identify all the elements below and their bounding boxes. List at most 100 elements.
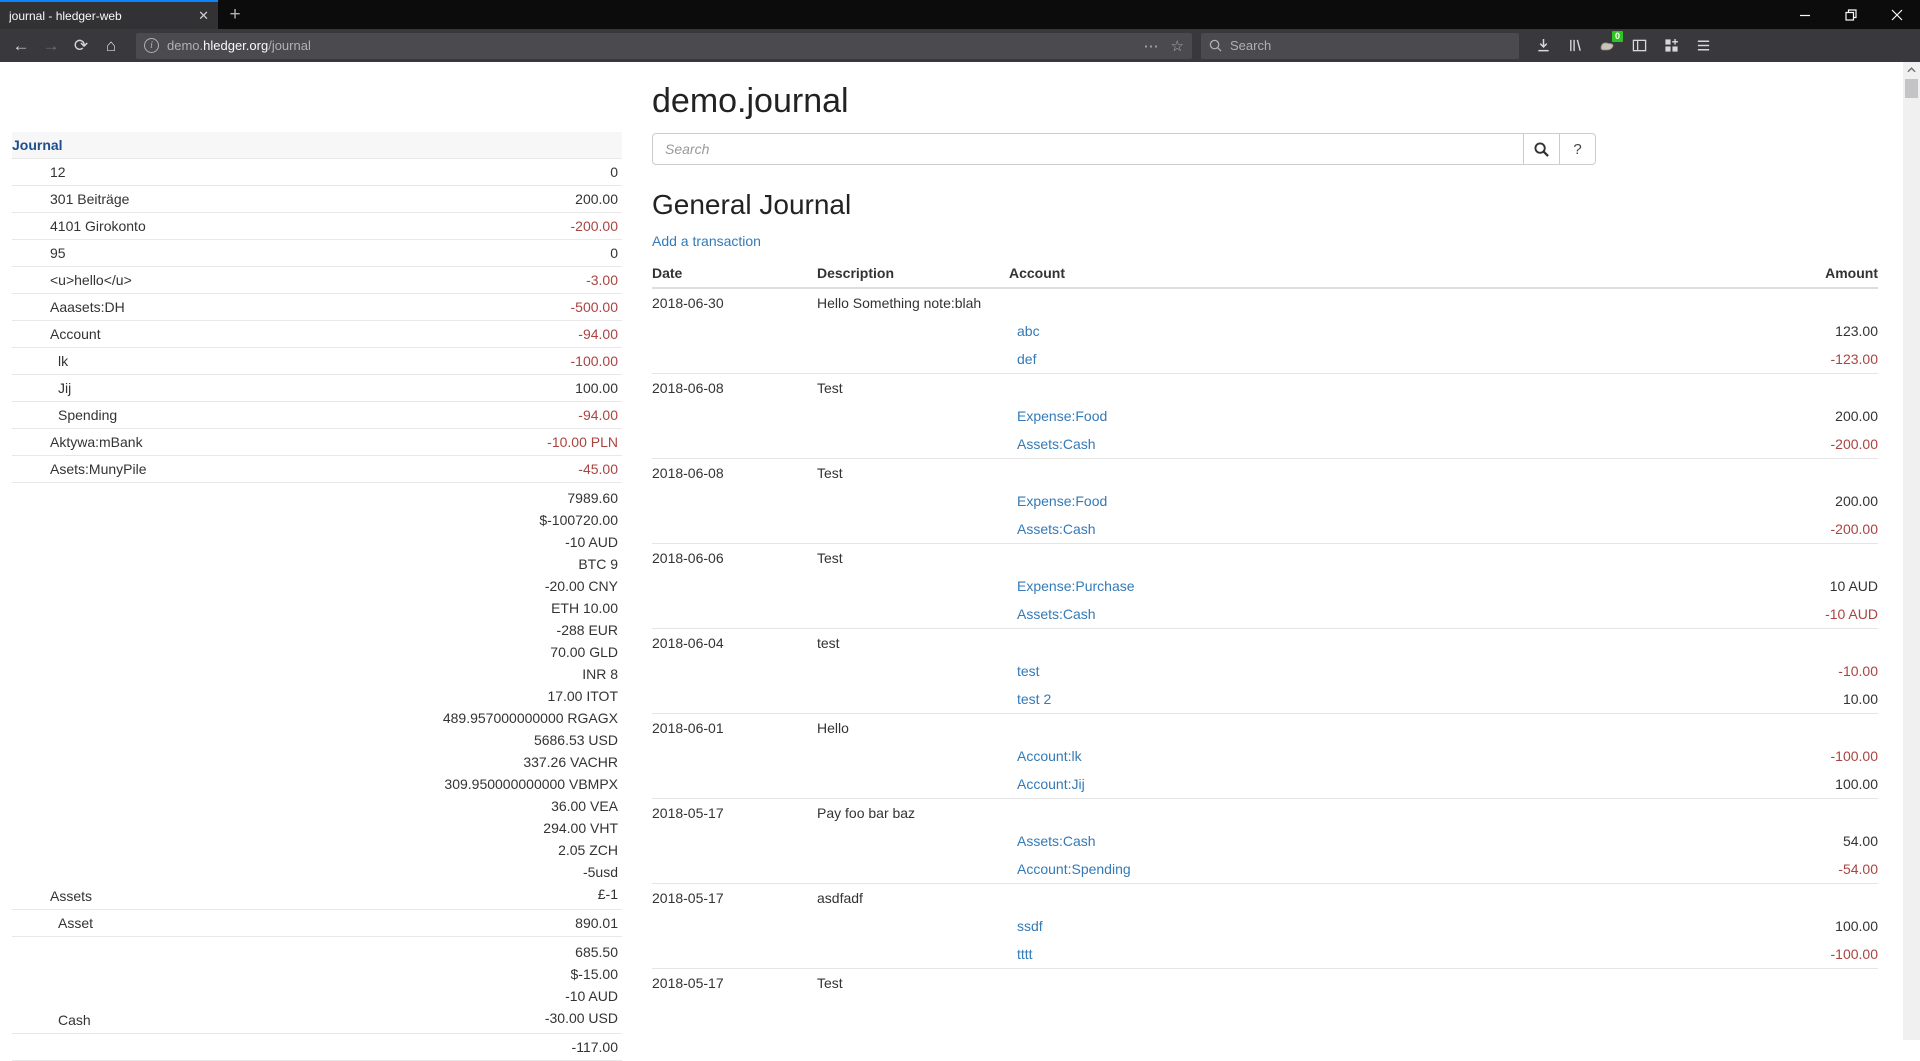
transaction-title-row[interactable]: 2018-06-08Test	[652, 374, 1878, 402]
home-button[interactable]: ⌂	[96, 32, 126, 60]
accounts-sidebar: Journal 120301 Beiträge200.004101 Giroko…	[12, 132, 622, 1061]
search-help-button[interactable]: ?	[1560, 133, 1596, 165]
account-link[interactable]: <u>hello</u>	[12, 271, 132, 289]
downloads-icon[interactable]	[1529, 32, 1557, 60]
posting-account-link[interactable]: ssdf	[1009, 918, 1043, 934]
transaction-description: Test	[817, 544, 997, 572]
window-minimize-button[interactable]	[1782, 0, 1828, 29]
window-restore-button[interactable]	[1828, 0, 1874, 29]
posting-account-link[interactable]: def	[1009, 351, 1036, 367]
posting-row: Account:lk-100.00	[652, 742, 1878, 770]
transaction-title-row[interactable]: 2018-06-08Test	[652, 459, 1878, 487]
page-scrollbar[interactable]	[1903, 62, 1920, 1040]
account-link[interactable]: lk	[12, 352, 68, 370]
posting-row: def -123.00	[652, 345, 1878, 373]
browser-tab[interactable]: journal - hledger-web ✕	[0, 0, 218, 29]
posting-account-link[interactable]: tttt	[1009, 946, 1033, 962]
transaction-description: Test	[817, 459, 997, 487]
library-icon[interactable]	[1561, 32, 1589, 60]
transaction-description: test	[817, 629, 997, 657]
posting-account-link[interactable]: Expense:Food	[1009, 408, 1107, 424]
search-submit-button[interactable]	[1524, 133, 1560, 165]
posting-amount: 100.00	[1748, 912, 1878, 940]
window-close-button[interactable]	[1874, 0, 1920, 29]
transaction-description: Test	[817, 374, 997, 402]
account-balance: 685.50$-15.00-10 AUD-30.00 USD	[545, 941, 618, 1029]
account-balance: 0	[610, 244, 618, 262]
posting-account-link[interactable]: Account:lk	[1009, 748, 1082, 764]
new-tab-button[interactable]: +	[218, 0, 252, 29]
sidebar-account-row: <u>hello</u> -3.00	[12, 267, 622, 294]
account-link[interactable]: Spending	[12, 406, 117, 424]
transaction-title-row[interactable]: 2018-06-06Test	[652, 544, 1878, 572]
transaction-title-row[interactable]: 2018-06-01Hello	[652, 714, 1878, 742]
sidebar-account-row: Account -94.00	[12, 321, 622, 348]
url-bar[interactable]: i demo.hledger.org/journal ⋯ ☆	[136, 33, 1192, 59]
sidebar-account-row: Aaasets:DH-500.00	[12, 294, 622, 321]
posting-account-link[interactable]: Expense:Food	[1009, 493, 1107, 509]
transaction-block: 2018-06-06TestExpense:Purchase10 AUDAsse…	[652, 544, 1878, 629]
account-link[interactable]: 301 Beiträge	[12, 190, 129, 208]
scrollbar-thumb[interactable]	[1905, 79, 1918, 98]
account-balance: -3.00	[586, 271, 618, 289]
header-account: Account	[997, 259, 1748, 287]
account-link[interactable]: Aaasets:DH	[12, 298, 125, 316]
add-transaction-link[interactable]: Add a transaction	[652, 233, 761, 249]
transaction-title-row[interactable]: 2018-05-17asdfadf	[652, 884, 1878, 912]
site-info-icon[interactable]: i	[144, 38, 159, 53]
posting-account-link[interactable]: Assets:Cash	[1009, 436, 1096, 452]
posting-amount: -10 AUD	[1748, 600, 1878, 628]
account-balance: 0	[610, 163, 618, 181]
account-link[interactable]: Account	[12, 325, 101, 343]
account-link[interactable]: Aktywa:mBank	[12, 433, 143, 451]
tab-title: journal - hledger-web	[9, 9, 192, 23]
transaction-title-row[interactable]: 2018-05-17Pay foo bar baz	[652, 799, 1878, 827]
transaction-title-row[interactable]: 2018-06-04test	[652, 629, 1878, 657]
posting-amount: -123.00	[1748, 345, 1878, 373]
posting-account-link[interactable]: Assets:Cash	[1009, 833, 1096, 849]
sidebar-account-row: -117.00	[12, 1034, 622, 1061]
account-link[interactable]: Assets	[12, 887, 92, 905]
journal-search-input[interactable]	[652, 133, 1524, 165]
account-link[interactable]: 95	[12, 244, 66, 262]
posting-account-link[interactable]: Assets:Cash	[1009, 521, 1096, 537]
posting-account-link[interactable]: Expense:Purchase	[1009, 578, 1135, 594]
account-balance: -94.00	[578, 325, 618, 343]
posting-account-link[interactable]: Assets:Cash	[1009, 606, 1096, 622]
section-title: General Journal	[652, 189, 1878, 221]
page-content: Journal 120301 Beiträge200.004101 Giroko…	[0, 62, 1920, 1040]
account-link[interactable]: Cash	[12, 1011, 91, 1029]
extensions-grid-icon[interactable]	[1657, 32, 1685, 60]
sidebar-journal-link[interactable]: Journal	[12, 132, 622, 159]
scrollbar-up-arrow[interactable]	[1903, 65, 1920, 73]
forward-button[interactable]: →	[36, 32, 66, 60]
account-link[interactable]: Asets:MunyPile	[12, 460, 146, 478]
menu-hamburger-icon[interactable]	[1689, 32, 1717, 60]
adblock-extension-icon[interactable]: 0	[1593, 32, 1621, 60]
account-link[interactable]: Asset	[12, 914, 93, 932]
account-link[interactable]: 4101 Girokonto	[12, 217, 146, 235]
transaction-block: 2018-06-08TestExpense:Food200.00Assets:C…	[652, 459, 1878, 544]
tab-close-icon[interactable]: ✕	[198, 8, 209, 24]
sidebars-icon[interactable]	[1625, 32, 1653, 60]
page-actions-icon[interactable]: ⋯	[1144, 37, 1159, 55]
transaction-title-row[interactable]: 2018-06-30Hello Something note:blah	[652, 289, 1878, 317]
reload-button[interactable]: ⟳	[66, 32, 96, 60]
posting-account-link[interactable]: abc	[1009, 323, 1040, 339]
search-icon	[1209, 39, 1222, 52]
posting-row: Assets:Cash-200.00	[652, 515, 1878, 543]
posting-account-link[interactable]: Account:Spending	[1009, 861, 1131, 877]
bookmark-star-icon[interactable]: ☆	[1171, 37, 1184, 55]
transaction-title-row[interactable]: 2018-05-17Test	[652, 969, 1878, 997]
account-link[interactable]: Jij	[12, 379, 71, 397]
toolbar-search[interactable]: Search	[1201, 33, 1519, 59]
posting-account-link[interactable]: test 2	[1009, 691, 1051, 707]
journal-link-label[interactable]: Journal	[12, 136, 63, 154]
toolbar-buttons: 0	[1529, 32, 1717, 60]
account-link[interactable]: 12	[12, 163, 66, 181]
posting-account-link[interactable]: Account:Jij	[1009, 776, 1085, 792]
table-header-row: Date Description Account Amount	[652, 259, 1878, 289]
posting-amount: 54.00	[1748, 827, 1878, 855]
posting-account-link[interactable]: test	[1009, 663, 1040, 679]
back-button[interactable]: ←	[6, 32, 36, 60]
